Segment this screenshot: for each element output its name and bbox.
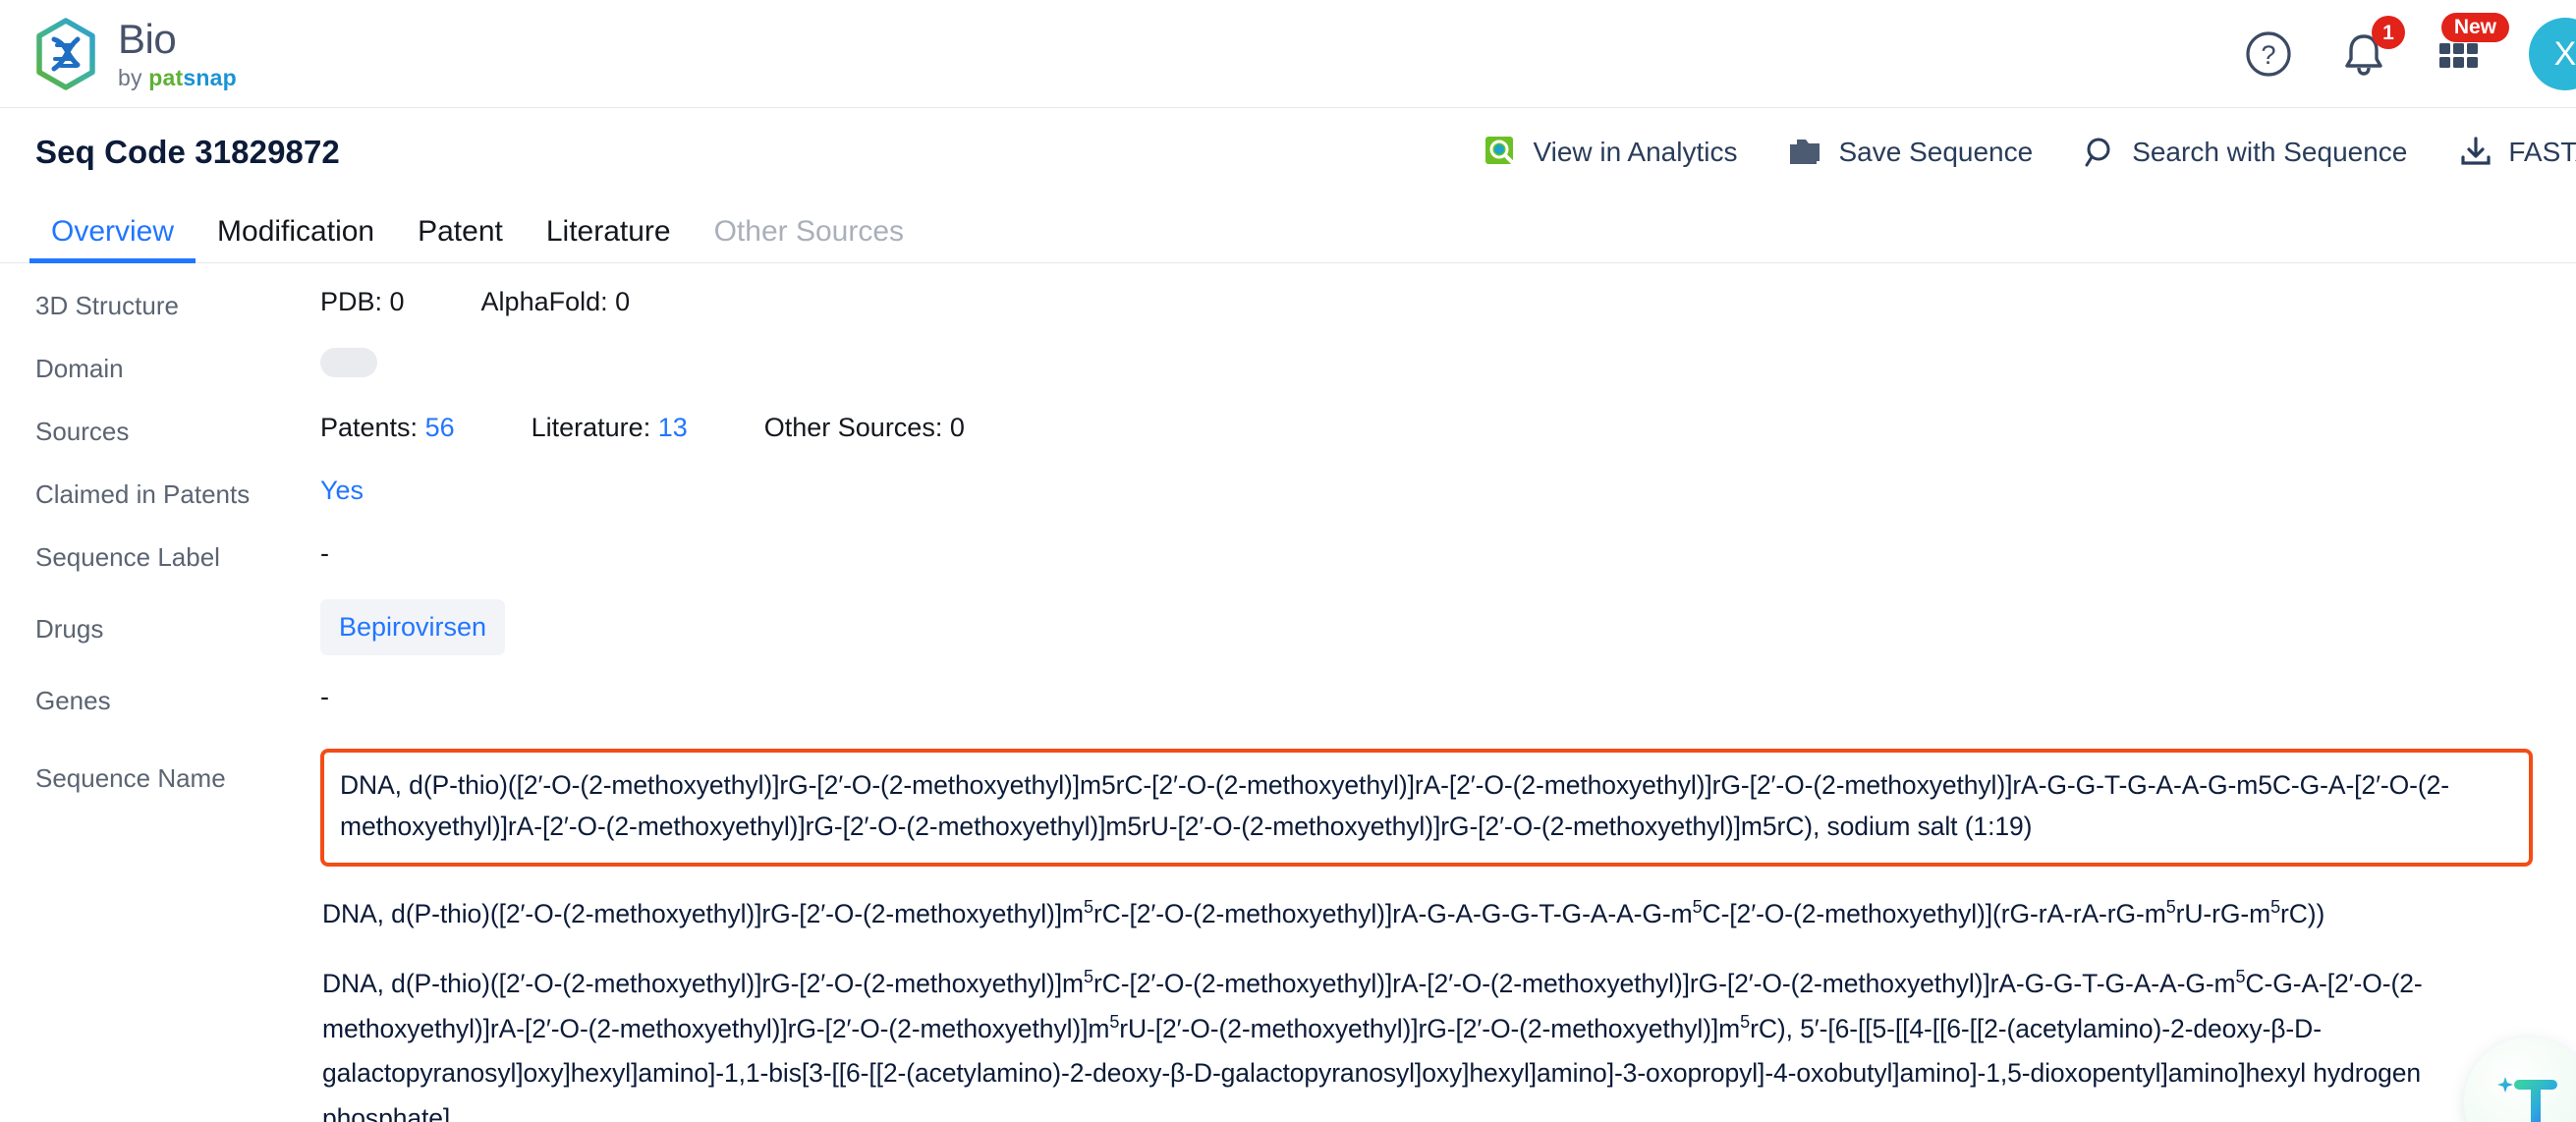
notification-badge: 1 [2372,16,2405,49]
row-sources: Sources Patents: 56 Literature: 13 Other… [0,411,2576,474]
save-sequence-button[interactable]: Save Sequence [1788,137,2033,168]
sequence-toolbar: Seq Code 31829872 View in Analytics Save… [0,108,2576,196]
folder-icon [1790,140,1820,164]
value-claimed-in-patents: Yes [320,474,364,508]
overview-details: 3D Structure PDB: 0 AlphaFold: 0 Domain … [0,263,2576,1122]
patents-source-text: Patents: [320,413,425,442]
label-drugs: Drugs [35,614,104,644]
tab-overview[interactable]: Overview [29,215,196,263]
tab-other-sources: Other Sources [713,215,905,248]
brand-logo-group[interactable]: Bio by patsnap [33,15,237,90]
apps-button[interactable]: New [2435,13,2509,79]
brand-snap-text: snap [183,64,237,90]
row-genes: Genes - [0,680,2576,749]
value-sequence-label: - [320,536,329,571]
help-circle-icon: ? [2246,31,2291,77]
row-sequence-label: Sequence Label - [0,536,2576,599]
value-genes: - [320,680,329,714]
other-sources-count: Other Sources: 0 [763,413,965,442]
fasta-label: FASTA [2508,137,2576,167]
bio-hexagon-dna-icon [36,17,95,90]
brand-subtitle: by patsnap [118,64,237,90]
download-icon [2461,137,2491,165]
literature-source-count: 13 [657,413,688,442]
brand-pat-text: pat [148,64,184,90]
tab-patent[interactable]: Patent [396,215,525,262]
pdb-count: PDB: 0 [320,287,405,316]
brand-by-text: by [118,64,149,90]
literature-source[interactable]: Literature: 13 [532,411,688,445]
genes-value: - [320,682,329,711]
search-with-sequence-label: Search with Sequence [2132,137,2408,167]
patents-source[interactable]: Patents: 56 [320,411,455,445]
value-domain [320,348,377,377]
claimed-in-patents-value[interactable]: Yes [320,474,364,508]
drug-chip-bepirovirsen[interactable]: Bepirovirsen [320,599,506,656]
row-sequence-name: Sequence Name DNA, d(P-thio)([2′-O-(2-me… [0,749,2576,1122]
app-header: Bio by patsnap ? 1 New X [0,0,2576,108]
sequence-label-value: - [320,538,329,568]
tab-modification[interactable]: Modification [196,215,396,262]
row-3d-structure: 3D Structure PDB: 0 AlphaFold: 0 [0,285,2576,348]
patents-source-count: 56 [424,413,455,442]
help-button[interactable]: ? [2244,29,2293,79]
label-3d-structure: 3D Structure [35,291,179,320]
value-drugs: Bepirovirsen [320,599,506,656]
fasta-download-button[interactable]: FASTA [2458,136,2576,169]
tab-literature[interactable]: Literature [525,215,693,262]
label-sequence-name: Sequence Name [35,763,226,793]
value-3d-structure: PDB: 0 AlphaFold: 0 [320,285,706,319]
view-in-analytics-label: View in Analytics [1533,137,1738,167]
alphafold-count: AlphaFold: 0 [480,287,631,316]
user-avatar[interactable]: X [2529,18,2576,90]
label-domain: Domain [35,354,124,383]
row-drugs: Drugs Bepirovirsen [0,599,2576,680]
label-claimed-in-patents: Claimed in Patents [35,479,251,509]
tab-bar: Overview Modification Patent Literature … [0,196,2576,263]
row-claimed-in-patents: Claimed in Patents Yes [0,474,2576,536]
literature-source-text: Literature: [531,413,658,442]
apps-new-badge: New [2440,13,2509,42]
sequence-name-second[interactable]: DNA, d(P-thio)([2′-O-(2-methoxyethyl)]rG… [320,892,2533,937]
ai-assistant-icon [2497,1076,2557,1122]
row-domain: Domain [0,348,2576,411]
sequence-name-third[interactable]: DNA, d(P-thio)([2′-O-(2-methoxyethyl)]rG… [320,962,2533,1122]
save-sequence-label: Save Sequence [1838,137,2034,167]
svg-text:?: ? [2261,40,2275,70]
view-in-analytics-button[interactable]: View in Analytics [1484,136,1737,169]
analytics-search-icon [1485,137,1516,165]
label-sources: Sources [35,417,130,446]
header-actions: ? 1 New X [2244,0,2576,108]
label-sequence-label: Sequence Label [35,542,220,572]
sequence-name-highlighted[interactable]: DNA, d(P-thio)([2′-O-(2-methoxyethyl)]rG… [320,749,2533,867]
search-icon [2085,138,2110,167]
notifications-button[interactable]: 1 [2338,16,2405,80]
search-with-sequence-button[interactable]: Search with Sequence [2084,136,2407,169]
sequence-name-list: DNA, d(P-thio)([2′-O-(2-methoxyethyl)]rG… [320,749,2550,1122]
label-genes: Genes [35,686,111,715]
brand-title: Bio [118,15,177,62]
page-title: Seq Code 31829872 [35,134,340,170]
domain-placeholder-pill [320,348,377,377]
toolbar-actions: View in Analytics Save Sequence Search w… [1484,108,2576,196]
value-sources: Patents: 56 Literature: 13 Other Sources… [320,411,1041,445]
